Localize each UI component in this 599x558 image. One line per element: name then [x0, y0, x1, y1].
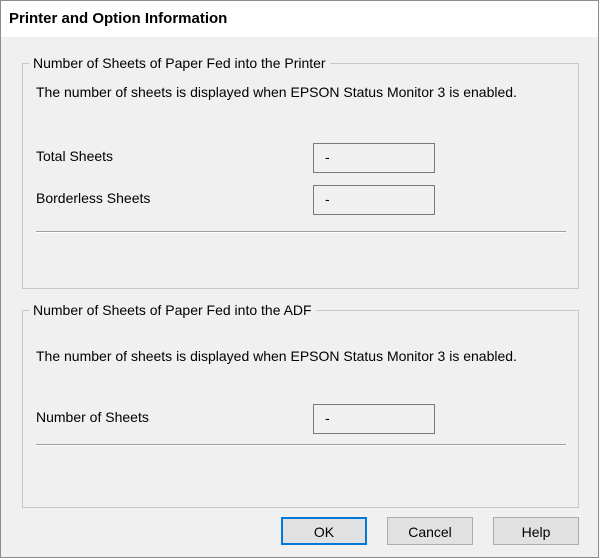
printer-option-info-dialog: Printer and Option Information Number of… [0, 0, 599, 558]
number-of-sheets-field: - [313, 404, 435, 434]
adf-sheets-legend: Number of Sheets of Paper Fed into the A… [29, 301, 316, 319]
dialog-title: Printer and Option Information [9, 10, 228, 27]
help-button[interactable]: Help [493, 517, 579, 545]
title-bar: Printer and Option Information [1, 1, 598, 37]
dialog-body: Number of Sheets of Paper Fed into the P… [1, 37, 598, 557]
adf-sheets-group: Number of Sheets of Paper Fed into the A… [22, 301, 579, 508]
printer-sheets-legend: Number of Sheets of Paper Fed into the P… [29, 54, 330, 72]
printer-section-separator [36, 231, 566, 233]
ok-button[interactable]: OK [281, 517, 367, 545]
adf-sheets-description: The number of sheets is displayed when E… [36, 348, 517, 364]
borderless-sheets-label: Borderless Sheets [36, 190, 151, 206]
cancel-button[interactable]: Cancel [387, 517, 473, 545]
printer-sheets-description: The number of sheets is displayed when E… [36, 84, 517, 100]
total-sheets-field: - [313, 143, 435, 173]
number-of-sheets-label: Number of Sheets [36, 409, 149, 425]
total-sheets-label: Total Sheets [36, 148, 114, 164]
printer-sheets-group: Number of Sheets of Paper Fed into the P… [22, 54, 579, 289]
adf-section-separator [36, 444, 566, 446]
borderless-sheets-field: - [313, 185, 435, 215]
